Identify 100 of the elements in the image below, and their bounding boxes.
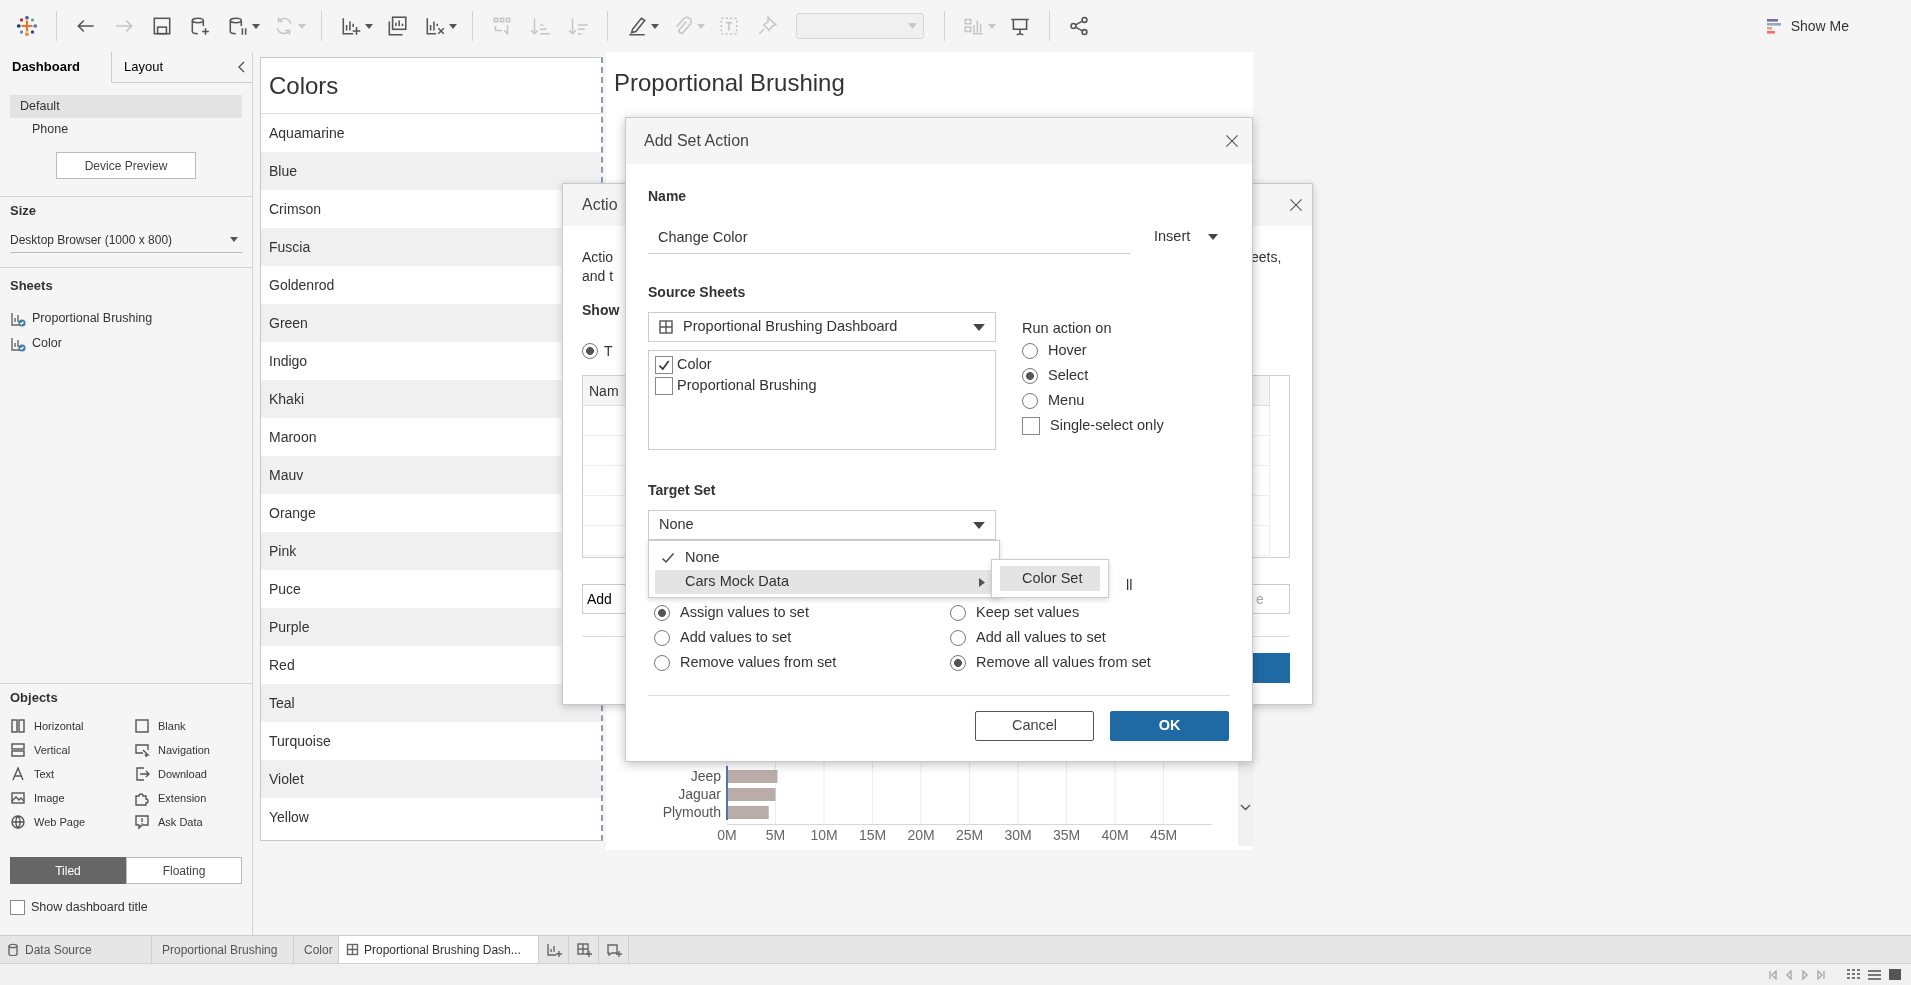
text-icon — [10, 766, 26, 782]
grid-icon — [659, 320, 673, 334]
list-row[interactable]: Goldenrod — [261, 266, 561, 304]
caret-icon[interactable] — [449, 23, 457, 29]
radio-button[interactable] — [582, 343, 598, 359]
field-label: Run action on — [1022, 319, 1113, 338]
close-icon[interactable] — [1288, 197, 1304, 213]
list-row[interactable]: Fuscia — [261, 228, 561, 266]
chevron-left-icon[interactable] — [238, 61, 246, 73]
layout-toggle[interactable]: Floating — [126, 857, 242, 884]
scroll-down-icon[interactable] — [1240, 804, 1251, 811]
list-row[interactable]: Turquoise — [261, 722, 601, 760]
insert-dropdown[interactable]: Insert — [1154, 226, 1219, 248]
radio-button[interactable] — [654, 654, 670, 671]
target-dropdown[interactable]: None — [648, 510, 996, 540]
list-row[interactable]: Indigo — [261, 342, 561, 380]
sheet-name[interactable]: Proportional Brushing — [32, 309, 153, 328]
ok-button[interactable]: OK — [1110, 711, 1229, 741]
size-dropdown[interactable]: Desktop Browser (1000 x 800) — [10, 227, 242, 253]
logo-icon[interactable] — [16, 15, 38, 37]
list-row[interactable]: Puce — [261, 570, 561, 608]
checkbox[interactable] — [1022, 416, 1040, 435]
object-label[interactable]: Ask Data — [158, 813, 203, 831]
new-story-icon[interactable] — [605, 941, 622, 958]
chart-plus-icon[interactable] — [340, 15, 362, 37]
source-dropdown[interactable]: Proportional Brushing Dashboard — [648, 312, 996, 342]
device-option[interactable]: Phone — [10, 118, 242, 141]
chart-clear-icon[interactable] — [424, 15, 446, 37]
radio-button[interactable] — [654, 629, 670, 646]
caret-icon[interactable] — [651, 23, 659, 29]
axis-tick-label: 35M — [1052, 827, 1081, 843]
device-option[interactable]: Default — [10, 95, 242, 118]
filmstrip-view-icon[interactable] — [1888, 968, 1903, 981]
radio-button[interactable] — [654, 604, 670, 621]
radio-label: Keep set values — [976, 602, 1080, 622]
grid-view-icon[interactable] — [1846, 968, 1861, 981]
new-worksheet-icon[interactable] — [545, 941, 562, 958]
object-label[interactable]: Blank — [158, 717, 186, 735]
pen-icon[interactable] — [626, 15, 648, 37]
list-view-icon[interactable] — [1867, 968, 1882, 981]
object-label[interactable]: Horizontal — [34, 717, 84, 735]
new-dashboard-icon[interactable] — [575, 941, 592, 958]
list-row[interactable]: Mauv — [261, 456, 561, 494]
list-row[interactable]: Orange — [261, 494, 561, 532]
sheet-name[interactable]: Color — [32, 334, 62, 353]
description-text: Actio — [582, 248, 615, 267]
field-label: Target Set — [648, 481, 717, 500]
layout-toggle[interactable]: Tiled — [10, 857, 126, 884]
database-plus-icon[interactable] — [189, 15, 211, 37]
list-row[interactable]: Yellow — [261, 798, 601, 836]
add-button[interactable]: Add — [582, 584, 626, 614]
radio-button[interactable] — [950, 604, 966, 621]
menu-item[interactable]: Cars Mock Data — [655, 570, 993, 594]
show-me-button[interactable]: Show Me — [1762, 13, 1853, 39]
object-label[interactable]: Web Page — [34, 813, 86, 831]
list-row[interactable]: Teal — [261, 684, 601, 722]
checkbox[interactable] — [655, 355, 673, 374]
primary-button[interactable] — [1251, 653, 1290, 683]
list-row[interactable]: Khaki — [261, 380, 561, 418]
list-row[interactable]: Crimson — [261, 190, 561, 228]
save-icon[interactable] — [151, 15, 173, 37]
list-row[interactable]: Pink — [261, 532, 561, 570]
object-label[interactable]: Vertical — [34, 741, 71, 759]
list-row[interactable]: Maroon — [261, 418, 561, 456]
list-row[interactable]: Green — [261, 304, 561, 342]
caret-icon[interactable] — [365, 23, 373, 29]
axis-tick-label: 5M — [765, 827, 786, 843]
axis-tick-label: 45M — [1149, 827, 1178, 843]
database-pause-icon[interactable] — [227, 15, 249, 37]
list-row[interactable]: Violet — [261, 760, 601, 798]
checkbox[interactable] — [655, 376, 673, 395]
bar — [728, 770, 778, 783]
sheet-tab[interactable]: Proportional Brushing Dash... — [339, 936, 539, 963]
radio-button[interactable] — [1022, 392, 1038, 409]
radio-button[interactable] — [1022, 342, 1038, 359]
duplicate-icon[interactable] — [386, 15, 408, 37]
download-icon — [134, 766, 150, 782]
device-preview-button[interactable]: Device Preview — [56, 152, 196, 179]
radio-button[interactable] — [950, 629, 966, 646]
list-row[interactable]: Purple — [261, 608, 561, 646]
list-row[interactable]: Red — [261, 646, 561, 684]
checkbox[interactable] — [10, 899, 25, 915]
axis-tick-label: 40M — [1101, 827, 1129, 843]
object-label[interactable]: Text — [34, 765, 55, 783]
list-row[interactable]: Blue — [261, 152, 601, 190]
menu-item[interactable]: None — [655, 546, 993, 570]
radio-button[interactable] — [1022, 367, 1038, 384]
object-label[interactable]: Download — [158, 765, 207, 783]
radio-button[interactable] — [950, 654, 966, 671]
cancel-button[interactable]: Cancel — [975, 711, 1094, 741]
radio-label: Assign values to set — [680, 602, 809, 622]
close-icon[interactable] — [1224, 133, 1240, 149]
column-header: Nam — [583, 376, 626, 406]
list-row[interactable]: Aquamarine — [261, 114, 601, 152]
caret-icon[interactable] — [252, 23, 260, 29]
menu-item[interactable]: Color Set — [1000, 566, 1100, 591]
object-label[interactable]: Image — [34, 789, 65, 807]
object-label[interactable]: Navigation — [158, 741, 210, 759]
share-icon[interactable] — [1068, 15, 1090, 37]
object-label[interactable]: Extension — [158, 789, 207, 807]
